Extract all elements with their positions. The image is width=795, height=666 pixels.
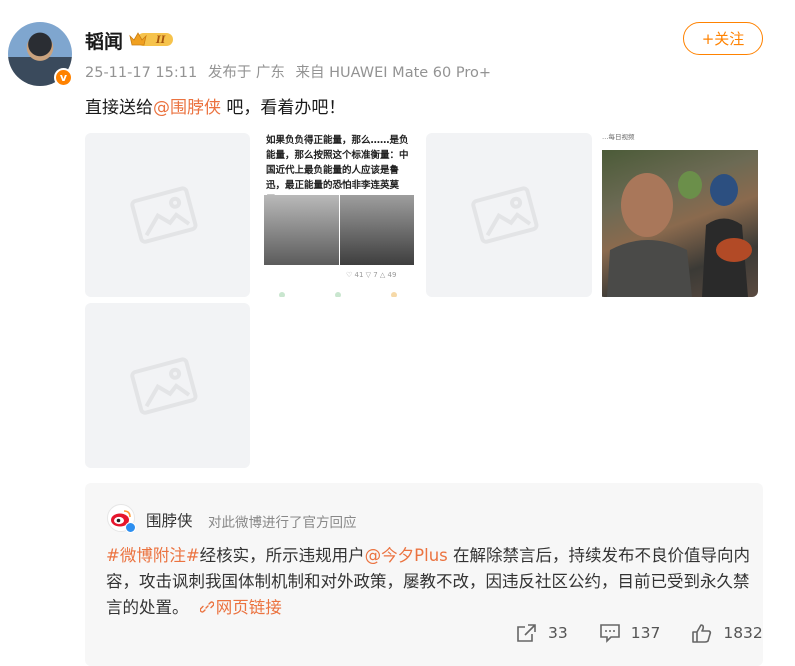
image-2-portrait-left bbox=[264, 195, 339, 265]
note-mention-link[interactable]: @今夕Plus bbox=[365, 546, 448, 565]
post-time[interactable]: 25-11-17 15:11 bbox=[85, 65, 197, 81]
official-name[interactable]: 围脖侠 bbox=[146, 509, 193, 531]
post-device: 来自 HUAWEI Mate 60 Pro+ bbox=[295, 65, 492, 81]
image-placeholder-icon bbox=[129, 356, 197, 415]
repost-count: 33 bbox=[548, 624, 568, 642]
official-verified-icon bbox=[125, 522, 136, 533]
image-2-stats: ♡ 41 ▽ 7 △ 49 bbox=[346, 271, 397, 279]
image-placeholder-icon bbox=[471, 186, 539, 244]
image-thumbnail-2[interactable]: 如果负负得正能量，那么……是负能量，那么按照这个标准衡量：中国近代上最负能量的人… bbox=[256, 133, 421, 297]
post-meta: 25-11-17 15:11 发布于 广东 来自 HUAWEI Mate 60 … bbox=[85, 61, 497, 82]
comment-count: 137 bbox=[630, 624, 661, 642]
mention-link[interactable]: @围脖侠 bbox=[153, 98, 221, 118]
hashtag-link[interactable]: #微博附注# bbox=[106, 546, 200, 565]
official-subtitle: 对此微博进行了官方回应 bbox=[208, 515, 357, 531]
like-button[interactable]: 1832 bbox=[691, 623, 763, 643]
image-4-caption: …每日视频 bbox=[602, 133, 635, 141]
image-placeholder-1[interactable] bbox=[85, 133, 250, 297]
web-link-label: 网页链接 bbox=[215, 598, 282, 617]
level-label: II bbox=[155, 35, 166, 46]
post-text-before: 直接送给 bbox=[85, 98, 153, 118]
image-2-icons bbox=[279, 292, 397, 297]
web-link[interactable]: 网页链接 bbox=[194, 598, 282, 617]
like-count: 1832 bbox=[723, 624, 763, 642]
level-crown-icon: II bbox=[129, 32, 173, 46]
post-text-after: 吧，看着办吧！ bbox=[221, 98, 346, 118]
thumbs-up-icon bbox=[692, 624, 712, 643]
repost-button[interactable]: 33 bbox=[516, 623, 568, 643]
post-location: 发布于 广东 bbox=[207, 65, 285, 81]
comment-button[interactable]: 137 bbox=[599, 623, 661, 643]
image-thumbnail-4[interactable]: …每日视频 bbox=[598, 133, 758, 297]
post-text: 直接送给@围脖侠 吧，看着办吧！ bbox=[85, 93, 345, 118]
image-placeholder-3[interactable] bbox=[426, 133, 592, 297]
link-icon bbox=[199, 601, 215, 613]
action-bar: 33 137 1832 bbox=[516, 622, 763, 644]
comment-icon bbox=[599, 624, 620, 643]
image-placeholder-5[interactable] bbox=[85, 303, 250, 468]
repost-icon bbox=[517, 624, 536, 642]
note-text-1: 经核实，所示违规用户 bbox=[199, 546, 365, 565]
image-placeholder-icon bbox=[129, 186, 197, 244]
follow-button[interactable]: +关注 bbox=[683, 22, 763, 55]
author-name[interactable]: 韬闻 bbox=[85, 27, 123, 54]
image-4-photo bbox=[602, 150, 758, 297]
verified-badge: v bbox=[54, 68, 73, 87]
official-note-text: #微博附注#经核实，所示违规用户@今夕Plus 在解除禁言后，持续发布不良价值导… bbox=[106, 543, 751, 621]
image-2-portrait-right bbox=[340, 195, 414, 265]
